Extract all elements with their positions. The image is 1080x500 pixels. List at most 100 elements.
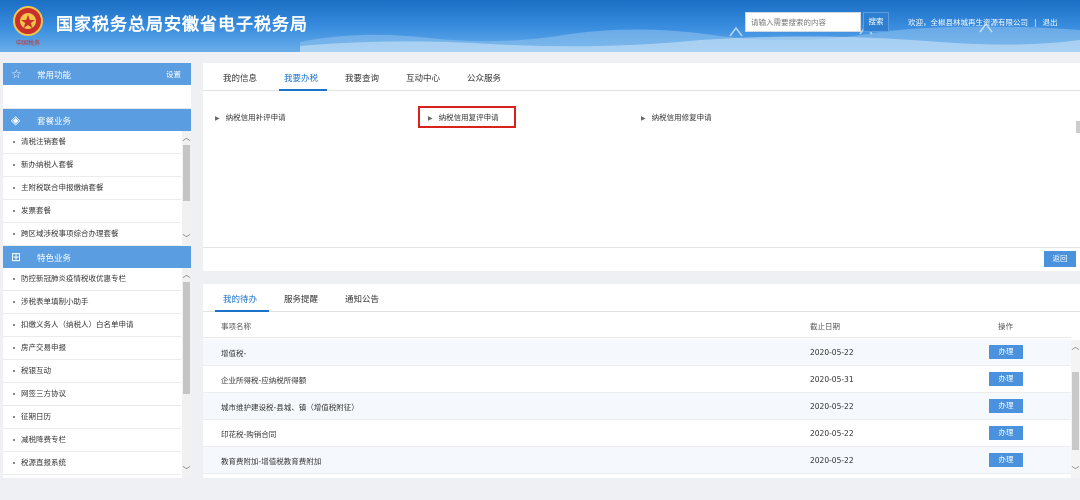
featured-list: 防控新冠肺炎疫情税收优惠专栏 涉税表单填制小助手 扣缴义务人（纳税人）白名单申请…: [3, 268, 191, 478]
tab-notices[interactable]: 通知公告: [345, 293, 379, 305]
sidebar-item[interactable]: 减税降费专栏: [3, 429, 181, 452]
handle-button[interactable]: 办理: [989, 453, 1023, 467]
bullet-icon: [13, 233, 15, 235]
sidebar-item[interactable]: 税源直报系统: [3, 452, 181, 475]
tab-query[interactable]: 我要查询: [345, 72, 379, 84]
panel-scrollbar[interactable]: [1076, 121, 1080, 133]
tab-my-todo[interactable]: 我的待办: [223, 293, 257, 305]
tab-public-service[interactable]: 公众服务: [467, 72, 501, 84]
site-title: 国家税务总局安徽省电子税务局: [56, 15, 308, 35]
search-input[interactable]: [745, 12, 861, 32]
tab-my-info[interactable]: 我的信息: [223, 72, 257, 84]
sidebar-item-label: 防控新冠肺炎疫情税收优惠专栏: [21, 274, 126, 283]
sidebar-item[interactable]: 清税注销套餐: [3, 131, 181, 154]
deadline-date: 2020-05-22: [810, 402, 854, 411]
credit-supplement-link[interactable]: ▶ 纳税信用补评申请: [215, 112, 286, 123]
favorites-content: [3, 85, 191, 109]
handle-button[interactable]: 办理: [989, 399, 1023, 413]
star-icon: ☆: [11, 67, 22, 81]
bullet-icon: [13, 416, 15, 418]
chevron-up-icon[interactable]: ︿: [182, 270, 191, 280]
sidebar-item-label: 涉税表单填制小助手: [21, 297, 89, 306]
table-scrollbar[interactable]: ︿ ﹀: [1071, 340, 1080, 478]
sidebar-item[interactable]: 征期日历: [3, 406, 181, 429]
sidebar-item[interactable]: 扣缴义务人（纳税人）白名单申请: [3, 314, 181, 337]
sidebar-item[interactable]: 税银互动: [3, 360, 181, 383]
bullet-icon: [13, 347, 15, 349]
logout-link[interactable]: 退出: [1043, 18, 1058, 27]
table-row: 印花税-购销合同 2020-05-22 办理: [203, 420, 1071, 447]
bullet-icon: [13, 301, 15, 303]
sidebar-item-label: 征期日历: [21, 412, 51, 421]
divider: |: [1034, 18, 1037, 27]
credit-repair-link[interactable]: ▶ 纳税信用修复申请: [641, 112, 712, 123]
welcome-bar: 欢迎，全椒县林城再生资源有限公司 | 退出: [908, 17, 1058, 28]
chevron-down-icon[interactable]: ﹀: [182, 466, 191, 476]
search-button[interactable]: 搜索: [863, 12, 889, 32]
sidebar-item-label: 新办纳税人套餐: [21, 160, 74, 169]
chevron-up-icon[interactable]: ︿: [1071, 342, 1080, 352]
favorites-settings-link[interactable]: 设置: [166, 69, 181, 80]
sidebar-item-label: 税银互动: [21, 366, 51, 375]
tab-interaction-center[interactable]: 互动中心: [406, 72, 440, 84]
main-tabs: 我的信息 我要办税 我要查询 互动中心 公众服务: [203, 63, 1080, 91]
deadline-date: 2020-05-31: [810, 375, 854, 384]
deadline-date: 2020-05-22: [810, 456, 854, 465]
tab-service-reminder[interactable]: 服务提醒: [284, 293, 318, 305]
sidebar-item[interactable]: 房产交易申报: [3, 337, 181, 360]
featured-scrollbar[interactable]: ︿ ﹀: [182, 268, 191, 478]
back-button[interactable]: 返回: [1044, 251, 1076, 267]
active-tab-indicator: [279, 89, 327, 91]
item-name: 教育费附加-增值税教育费附加: [221, 457, 322, 466]
favorites-header[interactable]: ☆ 常用功能 设置: [3, 63, 191, 85]
chevron-down-icon[interactable]: ﹀: [182, 234, 191, 244]
caret-right-icon: ▶: [215, 115, 220, 122]
item-name: 城市维护建设税-县城、镇（增值税附征）: [221, 403, 359, 412]
sidebar-item-label: 网签三方协议: [21, 389, 66, 398]
bullet-icon: [13, 187, 15, 189]
table-row: 企业所得税-应纳税所得额 2020-05-31 办理: [203, 366, 1071, 393]
column-header-item: 事项名称: [221, 322, 251, 331]
sidebar-item[interactable]: 跨区域涉税事项综合办理套餐: [3, 223, 181, 246]
handle-button[interactable]: 办理: [989, 426, 1023, 440]
column-header-deadline: 截止日期: [810, 322, 840, 331]
package-header[interactable]: ◈ 套餐业务: [3, 109, 191, 131]
package-scrollbar[interactable]: ︿ ﹀: [182, 131, 191, 246]
sidebar-item-label: 主附税联合申报缴纳套餐: [21, 183, 104, 192]
sidebar-item[interactable]: 主附税联合申报缴纳套餐: [3, 177, 181, 200]
scrollbar-thumb[interactable]: [1072, 372, 1079, 450]
scrollbar-thumb[interactable]: [183, 145, 190, 201]
grid-icon: ⊞: [11, 250, 22, 264]
bullet-icon: [13, 278, 15, 280]
chevron-down-icon[interactable]: ﹀: [1071, 466, 1080, 476]
sidebar-item[interactable]: 网签三方协议: [3, 383, 181, 406]
bullet-icon: [13, 462, 15, 464]
tax-emblem-logo: 中国税务: [13, 6, 43, 47]
chevron-up-icon[interactable]: ︿: [182, 133, 191, 143]
sidebar-item[interactable]: 防控新冠肺炎疫情税收优惠专栏: [3, 268, 181, 291]
sidebar-item-label: 发票套餐: [21, 206, 51, 215]
divider: [203, 247, 1080, 248]
bullet-icon: [13, 210, 15, 212]
link-label: 纳税信用补评申请: [225, 113, 286, 122]
handle-button[interactable]: 办理: [989, 345, 1023, 359]
scrollbar-thumb[interactable]: [183, 282, 190, 394]
deadline-date: 2020-05-22: [810, 348, 854, 357]
bullet-icon: [13, 370, 15, 372]
caret-right-icon: ▶: [641, 115, 646, 122]
sidebar-item[interactable]: 新办纳税人套餐: [3, 154, 181, 177]
svg-text:中国税务: 中国税务: [16, 39, 40, 47]
highlight-annotation-box: [418, 106, 516, 128]
package-list: 清税注销套餐 新办纳税人套餐 主附税联合申报缴纳套餐 发票套餐 跨区域涉税事项综…: [3, 131, 191, 246]
handle-button[interactable]: 办理: [989, 372, 1023, 386]
sidebar-item[interactable]: 发票套餐: [3, 200, 181, 223]
sidebar-item-label: 房产交易申报: [21, 343, 66, 352]
sidebar-item[interactable]: 涉税表单填制小助手: [3, 291, 181, 314]
item-name: 增值税-: [221, 349, 247, 358]
item-name: 印花税-购销合同: [221, 430, 277, 439]
tab-tax-handling[interactable]: 我要办税: [284, 72, 318, 84]
featured-header[interactable]: ⊞ 特色业务: [3, 246, 191, 268]
active-tab-indicator: [215, 310, 269, 312]
todo-tabs: 我的待办 服务提醒 通知公告: [203, 284, 1080, 312]
welcome-text: 欢迎，全椒县林城再生资源有限公司: [908, 18, 1028, 27]
